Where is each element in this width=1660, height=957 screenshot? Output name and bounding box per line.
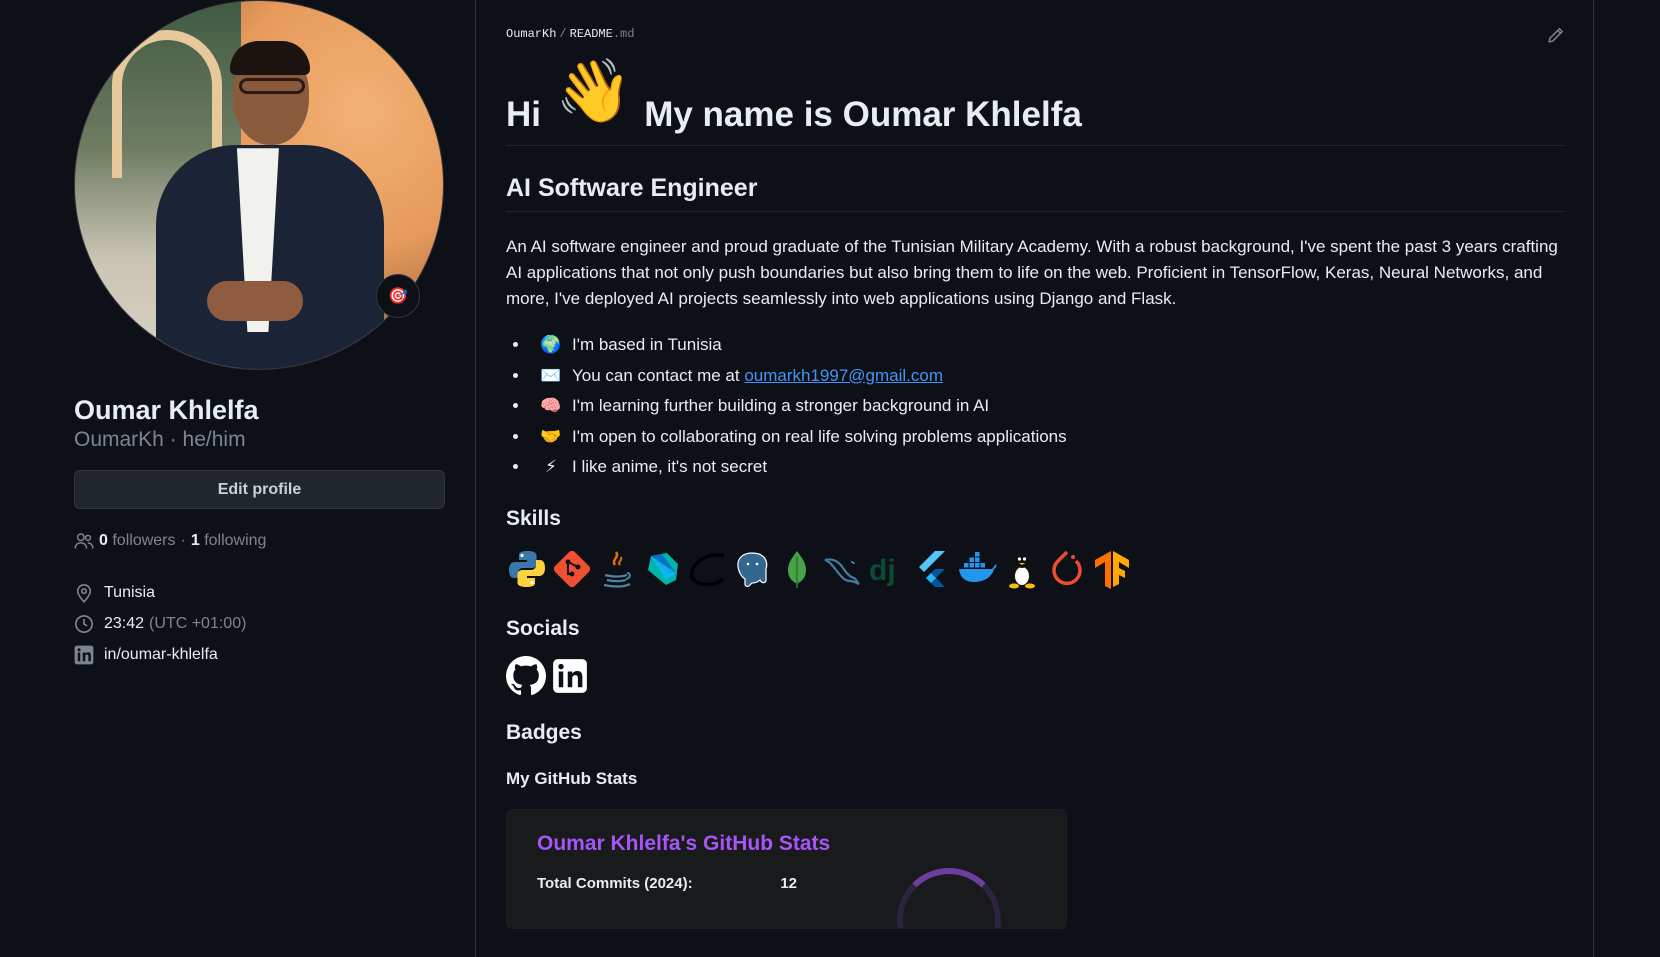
edit-pencil-icon[interactable] (1547, 26, 1565, 44)
breadcrumb-user[interactable]: OumarKh (506, 27, 556, 41)
list-item: ✉️You can contact me at oumarkh1997@gmai… (530, 361, 1565, 392)
following-link[interactable]: 1 following (191, 532, 267, 550)
linkedin-item[interactable]: in/oumar-khlelfa (74, 639, 446, 670)
stats-row-label: Total Commits (2024): (537, 874, 693, 892)
socials-icons (506, 655, 1565, 697)
linkedin-icon (74, 645, 94, 665)
socials-heading: Socials (506, 616, 580, 640)
intro-paragraph: An AI software engineer and proud gradua… (506, 237, 1558, 308)
profile-details: Tunisia 23:42 (UTC +01:00) in/oumar-khle… (74, 577, 446, 670)
linkedin-icon[interactable] (552, 658, 588, 694)
github-icon[interactable] (506, 655, 546, 696)
mysql-icon[interactable] (821, 547, 863, 591)
linkedin-link[interactable]: in/oumar-khlelfa (104, 646, 218, 664)
list-item: ⚡I like anime, it's not secret (530, 452, 1565, 483)
java-icon[interactable] (596, 547, 638, 591)
flutter-icon[interactable] (911, 547, 953, 591)
breadcrumb: OumarKh / README.md (506, 27, 1565, 41)
django-icon[interactable]: dj (866, 547, 908, 591)
lightning-icon: ⚡ (545, 457, 557, 476)
clock-icon (75, 614, 93, 633)
stats-card-title: Oumar Khlelfa's GitHub Stats (537, 831, 831, 855)
status-emoji: 🎯 (388, 288, 408, 305)
svg-text:dj: dj (869, 554, 896, 587)
readme-content: OumarKh / README.md Hi 👋 My name is Oumar … (506, 0, 1565, 929)
title-prefix: Hi (506, 95, 541, 134)
tensorflow-icon[interactable] (1091, 547, 1133, 591)
globe-icon: 🌍 (540, 335, 562, 354)
separator-dot: · (180, 532, 186, 550)
readme-subtitle: AI Software Engineer (506, 174, 1565, 212)
docker-icon[interactable] (956, 547, 998, 591)
avatar-container: 🎯 (74, 0, 446, 372)
keras-icon[interactable] (686, 547, 728, 591)
readme-title: Hi 👋 My name is Oumar Khlelfa (506, 61, 1565, 146)
profile-name: Oumar Khlelfa (74, 395, 259, 425)
local-time-item: 23:42 (UTC +01:00) (74, 608, 446, 639)
pytorch-icon[interactable] (1046, 547, 1088, 591)
location-item: Tunisia (74, 577, 446, 608)
profile-login: OumarKh · he/him (74, 428, 246, 452)
handshake-icon: 🤝 (540, 426, 562, 446)
followers-link[interactable]: 0 followers (99, 532, 176, 550)
python-icon[interactable] (506, 547, 548, 591)
github-stats-heading: My GitHub Stats (506, 768, 638, 788)
dart-icon[interactable] (641, 547, 683, 591)
skills-heading: Skills (506, 506, 561, 530)
github-stats-card[interactable]: Oumar Khlelfa's GitHub Stats Total Commi… (506, 808, 1067, 929)
people-icon (74, 533, 94, 549)
badges-heading: Badges (506, 720, 582, 744)
edit-profile-button[interactable]: Edit profile (74, 470, 445, 510)
list-item: 🤝I'm open to collaborating on real life … (530, 422, 1565, 453)
rank-ring (897, 867, 1001, 928)
git-icon[interactable] (551, 547, 593, 591)
stats-row-value: 12 (780, 874, 797, 892)
brain-icon: 🧠 (540, 396, 562, 415)
skills-icons: dj (506, 545, 1565, 593)
local-time: 23:42 (104, 614, 145, 632)
waving-hand-icon: 👋 (555, 57, 633, 126)
follow-stats: 0 followers · 1 following (74, 531, 446, 551)
list-item: 🌍I'm based in Tunisia (530, 330, 1565, 361)
list-item: 🧠I'm learning further building a stronge… (530, 391, 1565, 422)
envelope-icon: ✉️ (540, 365, 562, 385)
location-pin-icon (76, 583, 92, 603)
email-link[interactable]: oumarkh1997@gmail.com (744, 366, 943, 385)
breadcrumb-extension: .md (612, 27, 635, 41)
timezone: (UTC +01:00) (149, 614, 247, 632)
location-text: Tunisia (104, 583, 155, 601)
stats-row-commits: Total Commits (2024): 12 (537, 875, 797, 892)
about-list: 🌍I'm based in Tunisia ✉️You can contact … (506, 330, 1565, 483)
linux-icon[interactable] (1001, 547, 1043, 591)
breadcrumb-file[interactable]: README (570, 27, 613, 41)
postgresql-icon[interactable] (731, 547, 773, 591)
readme-panel: OumarKh / README.md Hi 👋 My name is Oumar … (475, 0, 1594, 957)
status-emoji-button[interactable]: 🎯 (376, 274, 420, 318)
title-suffix: My name is Oumar Khlelfa (644, 95, 1082, 134)
mongodb-icon[interactable] (776, 547, 818, 591)
breadcrumb-separator: / (559, 27, 567, 41)
profile-sidebar: 🎯 Oumar Khlelfa OumarKh · he/him Edit pr… (74, 0, 446, 670)
